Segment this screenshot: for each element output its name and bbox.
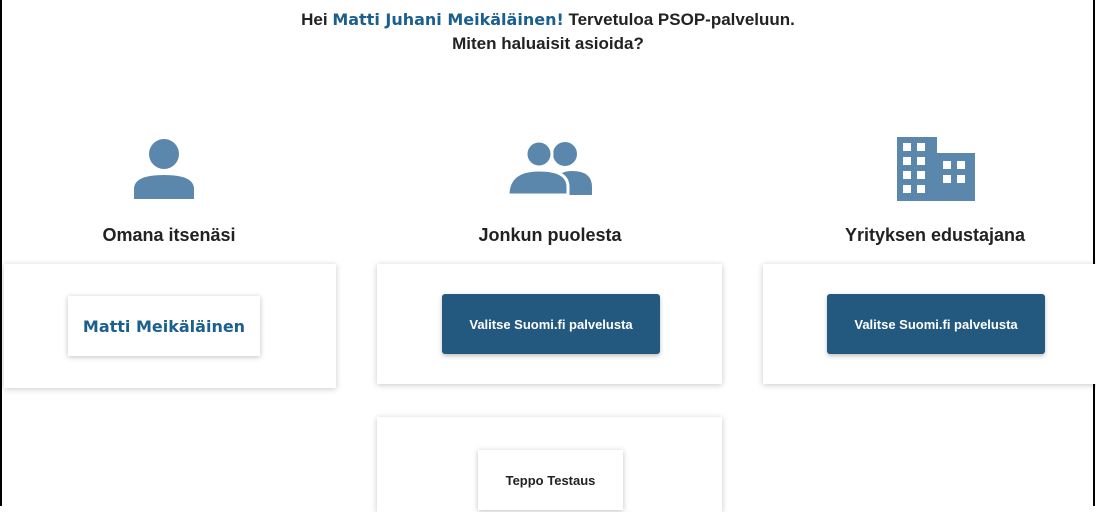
option-title-self: Omana itsenäsi xyxy=(102,225,236,245)
option-title-on-behalf: Jonkun puolesta xyxy=(478,225,622,245)
option-title-company: Yrityksen edustajana xyxy=(844,225,1026,245)
greeting-suffix: Tervetuloa PSOP-palveluun. xyxy=(568,10,795,29)
window-border-right xyxy=(1093,0,1095,506)
greeting-line: Hei Matti Juhani Meikäläinen! Tervetuloa… xyxy=(0,8,1096,32)
group-icon xyxy=(506,140,592,196)
greeting-user-name: Matti Juhani Meikäläinen! xyxy=(332,10,564,29)
window-border-left xyxy=(0,0,2,506)
greeting-question: Miten haluaisit asioida? xyxy=(452,34,644,53)
building-icon xyxy=(897,137,975,201)
suomi-fi-button-company[interactable]: Valitse Suomi.fi palvelusta xyxy=(827,294,1045,354)
suomi-fi-button-on-behalf[interactable]: Valitse Suomi.fi palvelusta xyxy=(442,294,660,354)
person-button-teppo[interactable]: Teppo Testaus xyxy=(478,450,623,510)
greeting: Hei Matti Juhani Meikäläinen! Tervetuloa… xyxy=(0,8,1096,56)
person-icon xyxy=(134,139,194,199)
person-button-matti[interactable]: Matti Meikäläinen xyxy=(68,296,260,356)
greeting-prefix: Hei xyxy=(301,10,328,29)
